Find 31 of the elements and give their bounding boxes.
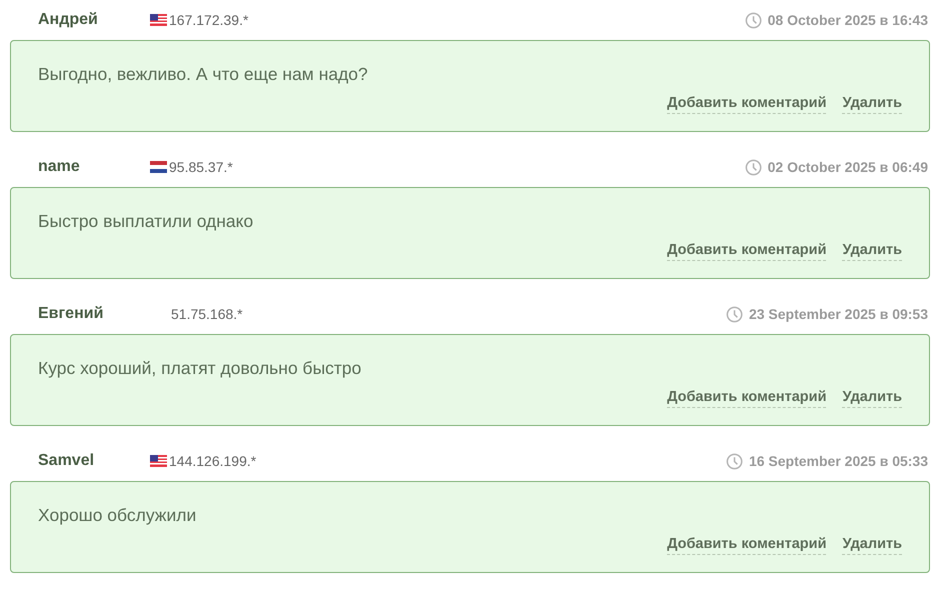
action-link[interactable]: Добавить коментарий (667, 536, 826, 555)
action-link[interactable]: Удалить (842, 242, 902, 261)
ip-address: 144.126.199.* (169, 452, 256, 470)
comment-text: Выгодно, вежливо. А что еще нам надо? (38, 63, 369, 86)
comment-date: 23 September 2025 в 09:53 (748, 304, 928, 324)
comment-text: Курс хороший, платят довольно быстро (38, 357, 362, 380)
ip-address: 167.172.39.* (169, 10, 248, 30)
clock-icon (726, 306, 743, 322)
clock-icon (744, 158, 762, 176)
action-link[interactable]: Удалить (842, 389, 902, 408)
action-link[interactable]: Удалить (842, 536, 902, 555)
author-name: name (38, 157, 81, 177)
ip-address: 95.85.37.* (169, 158, 233, 176)
comment-date: 02 October 2025 в 06:49 (768, 158, 928, 176)
comment-date: 16 September 2025 в 05:33 (748, 452, 928, 471)
clock-icon (726, 452, 743, 470)
action-link[interactable]: Добавить коментарий (667, 242, 826, 261)
flag-icon (150, 14, 167, 26)
author-name: Андрей (38, 10, 99, 30)
comment-text: Быстро выплатили однако (38, 210, 254, 233)
comment-date: 08 October 2025 в 16:43 (768, 10, 928, 30)
action-link[interactable]: Удалить (842, 95, 902, 114)
flag-icon (150, 161, 167, 173)
author-name: Samvel (38, 451, 96, 471)
ip-address: 51.75.168.* (171, 304, 243, 324)
comment-text: Хорошо обслужили (38, 504, 198, 527)
action-link[interactable]: Добавить коментарий (667, 95, 826, 114)
clock-icon (744, 12, 762, 28)
flag-icon (150, 455, 167, 467)
author-name: Евгений (38, 304, 104, 324)
action-link[interactable]: Добавить коментарий (667, 389, 826, 408)
